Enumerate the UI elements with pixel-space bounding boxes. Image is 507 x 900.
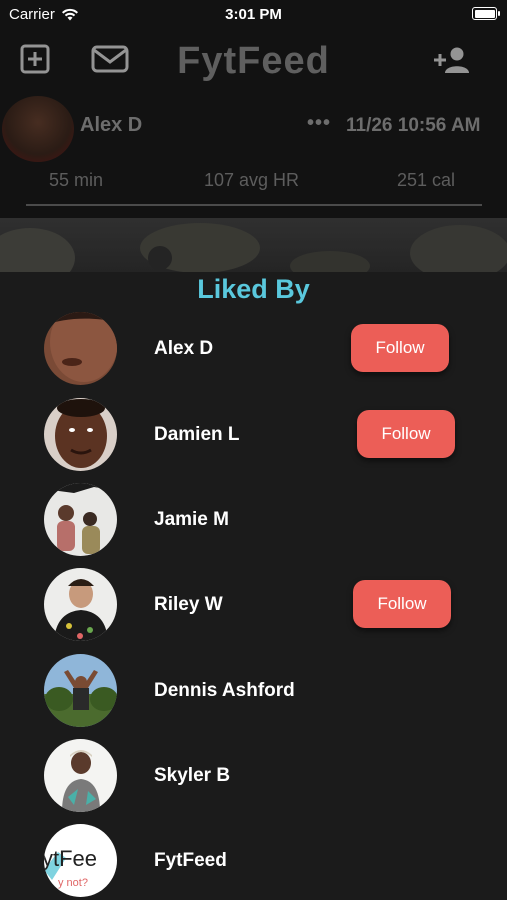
stat-heart-rate: 107 avg HR [204, 170, 300, 190]
liker-name[interactable]: Damien L [154, 424, 240, 446]
liker-name[interactable]: FytFeed [154, 850, 227, 872]
nav-bar: FytFeed [0, 36, 507, 88]
liker-name[interactable]: Riley W [154, 594, 223, 616]
liker-name[interactable]: Jamie M [154, 509, 229, 531]
liker-name[interactable]: Skyler B [154, 765, 230, 787]
post-author-name[interactable]: Alex D [80, 114, 142, 137]
avatar[interactable] [44, 312, 117, 385]
stat-duration: 55 min [49, 170, 104, 190]
workout-stats: 55 min 107 avg HR 251 cal [0, 170, 507, 194]
svg-text:ytFee: ytFee [44, 846, 97, 871]
app-title: FytFeed [177, 40, 330, 82]
post-image [0, 218, 507, 272]
post-timestamp: 11/26 10:56 AM [346, 115, 481, 136]
follow-button[interactable]: Follow [357, 410, 455, 458]
more-options-icon[interactable]: ••• [307, 112, 331, 135]
avatar[interactable]: ytFee y not? [44, 824, 117, 897]
liker-row[interactable]: Skyler B [0, 739, 507, 815]
avatar[interactable] [44, 568, 117, 641]
avatar[interactable] [44, 739, 117, 812]
liked-by-sheet: Liked By Alex D Follow Damien L Follow J… [0, 272, 507, 900]
status-bar: Carrier 3:01 PM [0, 0, 507, 30]
avatar[interactable] [44, 654, 117, 727]
stat-calories: 251 cal [397, 170, 456, 190]
liked-by-title: Liked By [197, 274, 310, 304]
liker-row[interactable]: Riley W Follow [0, 568, 507, 644]
liker-name[interactable]: Alex D [154, 338, 213, 360]
liker-row[interactable]: Damien L Follow [0, 398, 507, 474]
liker-row[interactable]: Alex D Follow [0, 312, 507, 388]
status-time: 3:01 PM [225, 6, 282, 23]
feed-background: Carrier 3:01 PM FytFeed Alex D ••• 11/26… [0, 0, 507, 272]
liker-name[interactable]: Dennis Ashford [154, 680, 295, 702]
avatar[interactable] [44, 398, 117, 471]
liker-row[interactable]: Dennis Ashford [0, 654, 507, 730]
add-person-icon[interactable] [434, 46, 472, 74]
svg-text:y not?: y not? [58, 877, 88, 889]
liker-row[interactable]: ytFee y not? FytFeed [0, 824, 507, 900]
liker-row[interactable]: Jamie M [0, 483, 507, 559]
divider [26, 204, 482, 206]
post-author-avatar[interactable] [2, 96, 74, 162]
post-header: Alex D ••• 11/26 10:56 AM [0, 96, 507, 162]
follow-button[interactable]: Follow [351, 324, 449, 372]
battery-icon [472, 7, 500, 20]
follow-button[interactable]: Follow [353, 580, 451, 628]
avatar[interactable] [44, 483, 117, 556]
